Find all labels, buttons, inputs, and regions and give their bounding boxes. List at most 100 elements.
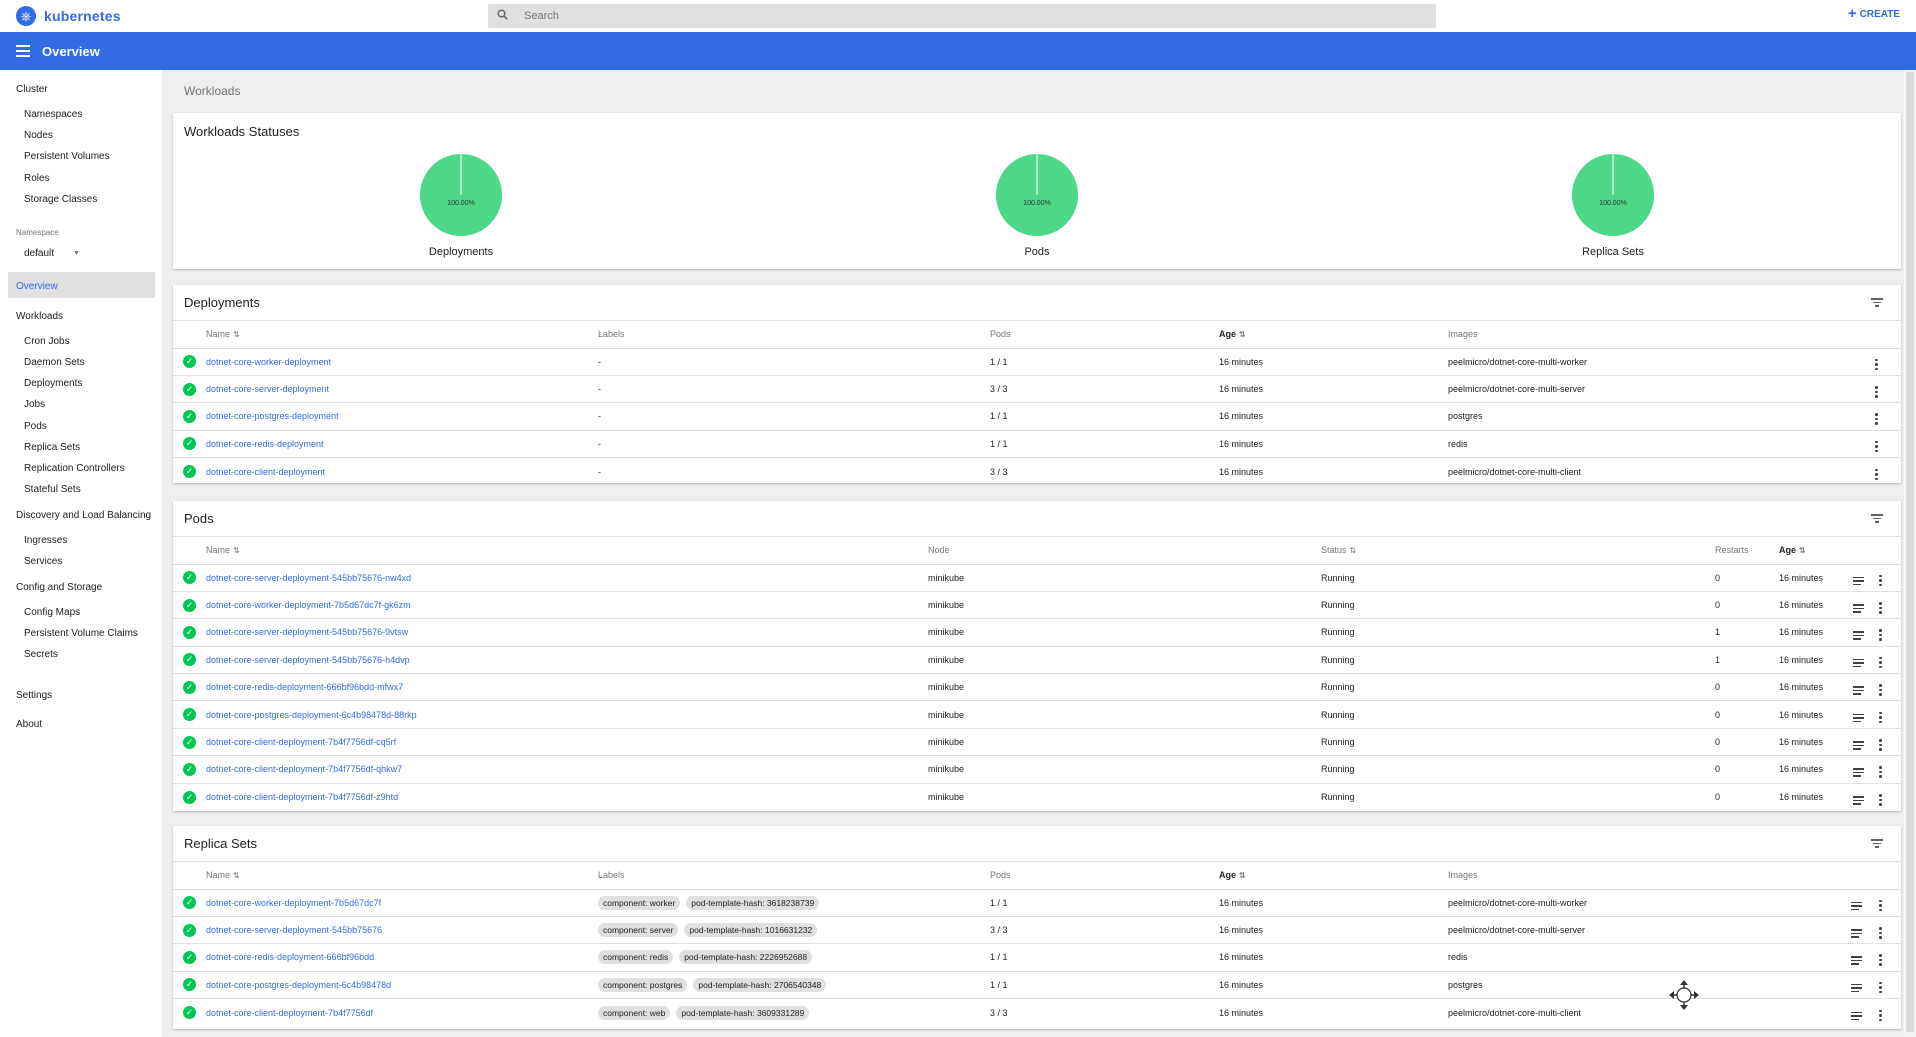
scrollbar-thumb[interactable] [1906, 72, 1914, 1032]
hamburger-menu-icon[interactable] [16, 45, 30, 57]
sidebar-item-overview[interactable]: Overview [16, 281, 58, 292]
pod-name-link[interactable]: dotnet-core-client-deployment-7b4f7756df… [206, 737, 396, 747]
more-vert-icon[interactable] [1879, 684, 1882, 696]
replica-set-name-link[interactable]: dotnet-core-redis-deployment-666bf96bdd [206, 952, 374, 962]
more-vert-icon[interactable] [1875, 468, 1878, 480]
deployment-name-link[interactable]: dotnet-core-client-deployment [206, 467, 325, 477]
more-vert-icon[interactable] [1875, 358, 1878, 371]
replica-set-name-link[interactable]: dotnet-core-client-deployment-7b4f7756df [206, 1008, 373, 1018]
deployment-name-link[interactable]: dotnet-core-redis-deployment [206, 439, 324, 449]
replica-set-name-link[interactable]: dotnet-core-worker-deployment-7b5d67dc7f [206, 898, 381, 908]
sidebar-item-cron-jobs[interactable]: Cron Jobs [24, 336, 70, 347]
sidebar-item-pods[interactable]: Pods [24, 421, 47, 432]
logs-icon[interactable] [1851, 901, 1862, 911]
deployment-name-link[interactable]: dotnet-core-worker-deployment [206, 357, 331, 367]
replica-set-name-link[interactable]: dotnet-core-server-deployment-545bb75676 [206, 925, 382, 935]
more-vert-icon[interactable] [1879, 711, 1882, 724]
sidebar-item-persistent-volume-claims[interactable]: Persistent Volume Claims [24, 628, 138, 639]
more-vert-icon[interactable] [1879, 1009, 1882, 1021]
namespace-select[interactable]: default ▼ [24, 248, 80, 259]
deployment-name-link[interactable]: dotnet-core-server-deployment [206, 384, 329, 394]
status-cell: Running [1321, 563, 1715, 592]
sidebar-item-storage-classes[interactable]: Storage Classes [24, 194, 97, 205]
column-header-age[interactable]: Age ⇅ [1219, 321, 1448, 348]
sidebar-item-daemon-sets[interactable]: Daemon Sets [24, 357, 85, 368]
replica-sets-table: Name ⇅ Labels Pods Age ⇅ Images ✓ dotnet-co… [173, 862, 1901, 1026]
more-vert-icon[interactable] [1875, 386, 1878, 398]
sidebar-item-roles[interactable]: Roles [24, 173, 50, 184]
more-vert-icon[interactable] [1879, 574, 1882, 587]
sidebar-item-replication-controllers[interactable]: Replication Controllers [24, 463, 125, 474]
pod-name-link[interactable]: dotnet-core-server-deployment-545bb75676… [206, 573, 411, 583]
logs-icon[interactable] [1851, 983, 1862, 993]
sidebar-item-deployments[interactable]: Deployments [24, 378, 82, 389]
more-vert-icon[interactable] [1879, 766, 1882, 778]
sidebar-item-services[interactable]: Services [24, 556, 62, 567]
status-cell: Running [1321, 782, 1715, 811]
create-button[interactable]: + CREATE [1848, 6, 1900, 21]
more-vert-icon[interactable] [1879, 739, 1882, 751]
sidebar-item-stateful-sets[interactable]: Stateful Sets [24, 484, 81, 495]
deployment-name-link[interactable]: dotnet-core-postgres-deployment [206, 411, 339, 421]
more-vert-icon[interactable] [1879, 656, 1882, 669]
more-vert-icon[interactable] [1879, 981, 1882, 994]
logs-icon[interactable] [1853, 576, 1864, 586]
sidebar-item-about[interactable]: About [16, 719, 42, 730]
more-vert-icon[interactable] [1879, 899, 1882, 912]
pod-name-link[interactable]: dotnet-core-postgres-deployment-6c4b9847… [206, 710, 417, 720]
search-input[interactable] [524, 10, 1424, 22]
pods-status-chart: 100.00% Pods [967, 153, 1107, 258]
logs-icon[interactable] [1851, 1011, 1862, 1020]
more-vert-icon[interactable] [1879, 794, 1882, 806]
sidebar-item-ingresses[interactable]: Ingresses [24, 535, 67, 546]
sidebar-section-discovery[interactable]: Discovery and Load Balancing [16, 510, 151, 521]
sidebar-item-secrets[interactable]: Secrets [24, 649, 58, 660]
search-bar[interactable] [488, 4, 1436, 28]
logs-icon[interactable] [1853, 768, 1864, 777]
sidebar-section-workloads[interactable]: Workloads [16, 311, 63, 322]
logs-icon[interactable] [1851, 956, 1862, 965]
sidebar-section-config[interactable]: Config and Storage [16, 582, 102, 593]
column-header-status[interactable]: Status ⇅ [1321, 537, 1715, 564]
filter-icon[interactable] [1871, 839, 1883, 848]
column-header-age[interactable]: Age ⇅ [1779, 537, 1853, 564]
pods-cell: 1 / 1 [990, 402, 1219, 431]
sidebar-item-persistent-volumes[interactable]: Persistent Volumes [24, 151, 110, 162]
logs-icon[interactable] [1853, 796, 1864, 805]
sidebar-section-cluster[interactable]: Cluster [16, 84, 48, 95]
sidebar-item-nodes[interactable]: Nodes [24, 130, 53, 141]
more-vert-icon[interactable] [1875, 413, 1878, 425]
pod-name-link[interactable]: dotnet-core-worker-deployment-7b5d67dc7f… [206, 600, 411, 610]
more-vert-icon[interactable] [1879, 954, 1882, 966]
column-header-name[interactable]: Name ⇅ [206, 862, 598, 889]
more-vert-icon[interactable] [1879, 629, 1882, 641]
pod-name-link[interactable]: dotnet-core-server-deployment-545bb75676… [206, 627, 408, 637]
sidebar-item-replica-sets[interactable]: Replica Sets [24, 442, 80, 453]
more-vert-icon[interactable] [1879, 927, 1882, 939]
pod-name-link[interactable]: dotnet-core-redis-deployment-666bf96bdd-… [206, 682, 403, 692]
sidebar-item-config-maps[interactable]: Config Maps [24, 607, 80, 618]
pod-name-link[interactable]: dotnet-core-client-deployment-7b4f7756df… [206, 764, 402, 774]
logs-icon[interactable] [1853, 631, 1864, 640]
filter-icon[interactable] [1871, 514, 1883, 523]
logs-icon[interactable] [1853, 741, 1864, 750]
sidebar-item-settings[interactable]: Settings [16, 690, 52, 701]
pod-name-link[interactable]: dotnet-core-client-deployment-7b4f7756df… [206, 792, 398, 802]
column-header-name[interactable]: Name ⇅ [206, 321, 598, 348]
kubernetes-logo[interactable]: ⎈ kubernetes [16, 6, 121, 26]
column-header-age[interactable]: Age ⇅ [1219, 862, 1448, 889]
filter-icon[interactable] [1871, 298, 1883, 307]
table-row: ✓ dotnet-core-server-deployment -3 / 3 16 m… [173, 374, 1901, 403]
pod-name-link[interactable]: dotnet-core-server-deployment-545bb75676… [206, 655, 410, 665]
sidebar-item-jobs[interactable]: Jobs [24, 399, 45, 410]
logs-icon[interactable] [1853, 686, 1864, 695]
logs-icon[interactable] [1853, 713, 1864, 723]
column-header-name[interactable]: Name ⇅ [206, 537, 928, 564]
logs-icon[interactable] [1853, 604, 1864, 613]
more-vert-icon[interactable] [1875, 440, 1878, 453]
logs-icon[interactable] [1851, 929, 1862, 938]
sidebar-item-namespaces[interactable]: Namespaces [24, 109, 82, 120]
logs-icon[interactable] [1853, 658, 1864, 668]
replica-set-name-link[interactable]: dotnet-core-postgres-deployment-6c4b9847… [206, 980, 391, 990]
more-vert-icon[interactable] [1879, 602, 1882, 614]
